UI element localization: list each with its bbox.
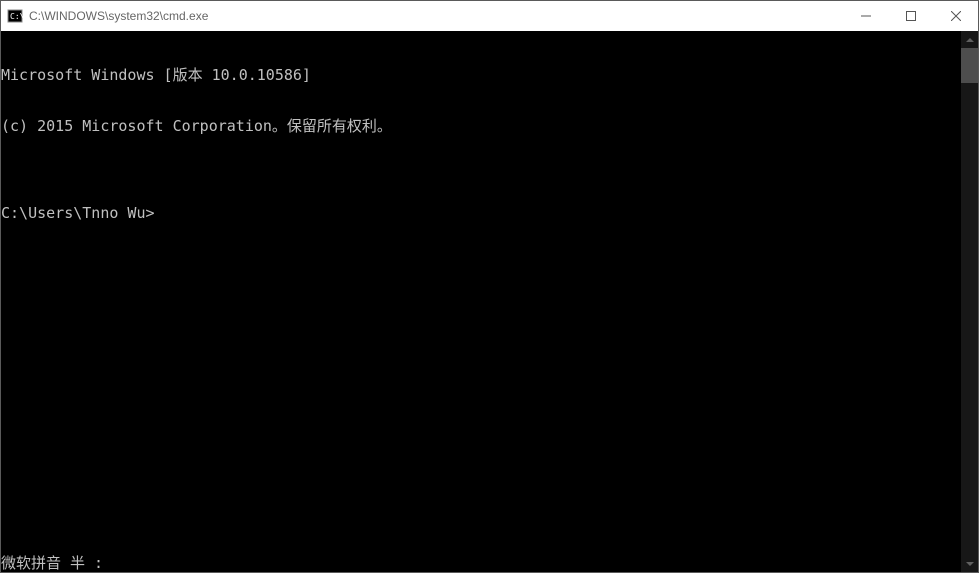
prompt-line: C:\Users\Tnno Wu> [1,203,961,222]
scroll-up-button[interactable] [961,31,978,48]
scroll-thumb[interactable] [961,48,978,83]
svg-text:C:\: C:\ [10,12,23,21]
window-controls [843,1,978,31]
ime-status: 微软拼音 半 : [1,555,103,572]
terminal-area: Microsoft Windows [版本 10.0.10586] (c) 20… [1,31,978,572]
scroll-down-button[interactable] [961,555,978,572]
minimize-button[interactable] [843,1,888,31]
maximize-button[interactable] [888,1,933,31]
window-title: C:\WINDOWS\system32\cmd.exe [29,9,843,23]
cmd-window: C:\ C:\WINDOWS\system32\cmd.exe Microsof… [0,0,979,573]
close-button[interactable] [933,1,978,31]
vertical-scrollbar[interactable] [961,31,978,572]
output-line: Microsoft Windows [版本 10.0.10586] [1,67,961,84]
cmd-icon: C:\ [7,8,23,24]
output-line: (c) 2015 Microsoft Corporation。保留所有权利。 [1,118,961,135]
titlebar[interactable]: C:\ C:\WINDOWS\system32\cmd.exe [1,1,978,31]
prompt-text: C:\Users\Tnno Wu> [1,204,155,222]
cursor [155,203,163,218]
terminal-output[interactable]: Microsoft Windows [版本 10.0.10586] (c) 20… [1,31,961,572]
